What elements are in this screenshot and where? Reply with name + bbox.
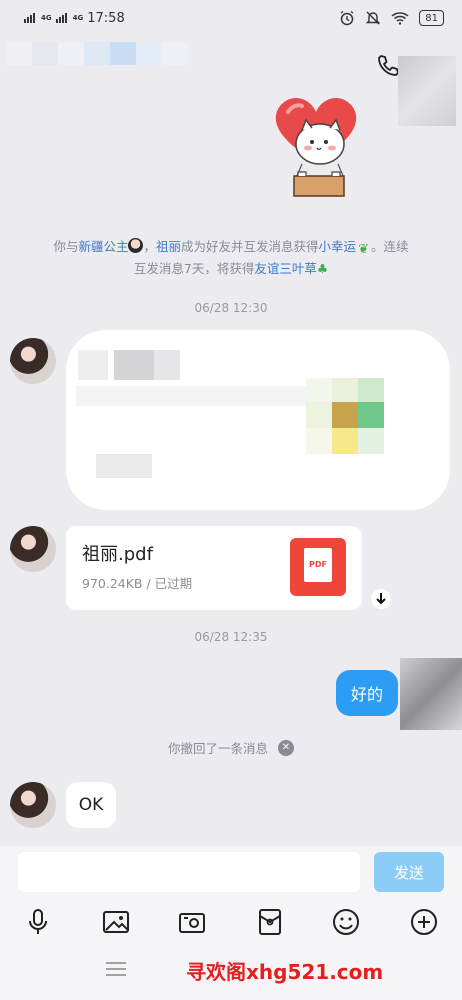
plus-icon[interactable] — [408, 906, 440, 938]
close-icon[interactable]: ✕ — [278, 739, 294, 756]
signal-icon — [24, 13, 35, 23]
battery-icon: 81 — [419, 10, 444, 26]
microphone-icon[interactable] — [22, 906, 54, 938]
blurred-message-bubble[interactable] — [66, 330, 450, 510]
avatar-emoji-icon — [128, 238, 144, 253]
pdf-icon-label: PDF — [309, 560, 327, 569]
timestamp: 06/28 12:30 — [194, 301, 268, 315]
contact-avatar[interactable] — [10, 526, 56, 572]
emoji-icon[interactable] — [330, 906, 362, 938]
notice-text-middle: 成为好友并互发消息获得 — [181, 239, 319, 254]
watermark-text: 寻欢阁xhg521.com — [186, 960, 384, 984]
signal-icon-2 — [55, 13, 67, 23]
friendship-notice: 你与新疆公主 ，祖丽成为好友并互发消息获得小幸运 ❦ 。连续 互发消息7天，将获得友谊… — [20, 236, 442, 280]
sent-message-bubble[interactable]: 好的 — [336, 670, 398, 716]
chat-header — [0, 36, 462, 94]
image-icon[interactable] — [100, 906, 132, 938]
notice-text: 你与 — [53, 239, 79, 254]
reward-link-clover[interactable]: 友谊三叶草 — [254, 261, 317, 276]
contact-avatar[interactable] — [10, 782, 56, 828]
network-label: 4G — [41, 14, 52, 22]
red-packet-icon[interactable] — [254, 906, 286, 938]
camera-icon[interactable] — [176, 906, 208, 938]
sprout-icon: ❦ — [358, 242, 369, 257]
alarm-icon — [340, 10, 354, 26]
timestamp: 06/28 12:35 — [194, 630, 268, 644]
reward-link-lucky[interactable]: 小幸运 — [319, 239, 357, 254]
friend-link-b[interactable]: 祖丽 — [156, 239, 181, 254]
heart-balloon-cat-sticker[interactable] — [262, 92, 370, 200]
notice-separator: ， — [143, 239, 156, 254]
mute-bell-icon — [366, 11, 381, 25]
wifi-icon — [391, 12, 409, 25]
status-time: 17:58 — [87, 10, 125, 26]
file-name: 祖丽.pdf — [82, 544, 153, 565]
friend-link-a[interactable]: 新疆公主 — [78, 239, 128, 254]
download-icon[interactable] — [370, 588, 392, 610]
status-bar: 4G 4G 17:58 81 — [0, 0, 462, 36]
recall-text: 你撤回了一条消息 — [167, 741, 268, 756]
notice-text-end: 。连续 — [371, 239, 409, 254]
file-meta: 970.24KB / 已过期 — [82, 576, 193, 591]
network-label-2: 4G — [72, 14, 84, 22]
self-avatar-blurred[interactable] — [400, 658, 462, 730]
clover-icon: ♣ — [316, 261, 329, 276]
contact-avatar-blurred[interactable] — [398, 56, 456, 126]
chat-title-blurred[interactable] — [6, 42, 206, 88]
menu-icon[interactable] — [104, 960, 128, 978]
received-message-bubble[interactable]: OK — [66, 782, 116, 828]
contact-avatar[interactable] — [10, 338, 56, 384]
pdf-file-icon: PDF — [290, 538, 346, 596]
message-input[interactable] — [18, 852, 360, 892]
notice-text-line2: 互发消息7天，将获得 — [133, 261, 255, 276]
input-bar: 发送 寻欢阁xhg521.com — [0, 846, 462, 1000]
send-button[interactable]: 发送 — [374, 852, 444, 892]
file-message-card[interactable]: 祖丽.pdf 970.24KB / 已过期 PDF — [66, 526, 362, 610]
input-toolbar — [0, 906, 462, 946]
recall-notice: 你撤回了一条消息 ✕ — [0, 738, 462, 757]
